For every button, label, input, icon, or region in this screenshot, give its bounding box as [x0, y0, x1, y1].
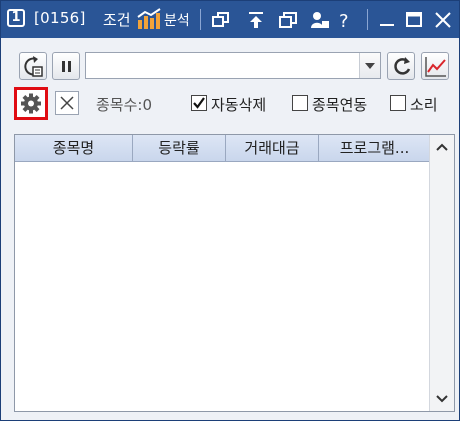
- maximize-icon[interactable]: [403, 9, 425, 31]
- title-bar: 1 [0156] 조건 분석 ?: [1, 1, 459, 38]
- column-header-stock-name[interactable]: 종목명: [15, 135, 133, 161]
- pause-button[interactable]: [52, 52, 80, 80]
- window-number-badge[interactable]: 1: [7, 9, 25, 27]
- auto-delete-label[interactable]: 자동삭제: [211, 94, 266, 115]
- x-icon: [60, 96, 74, 110]
- scroll-up-icon[interactable]: [430, 135, 454, 159]
- line-chart-icon: [425, 57, 446, 77]
- minimize-icon[interactable]: [376, 9, 398, 31]
- chart-button[interactable]: [421, 52, 449, 80]
- svg-text:?: ?: [339, 11, 349, 31]
- bar-chart-icon: [137, 8, 161, 29]
- help-icon[interactable]: ?: [335, 9, 357, 31]
- refresh-list-icon: [24, 56, 43, 77]
- condition-load-button[interactable]: [19, 52, 47, 80]
- column-header-change-rate[interactable]: 등락률: [133, 135, 226, 161]
- stock-count-label: 종목수:0: [96, 96, 152, 114]
- restore-layout-icon[interactable]: [277, 9, 299, 31]
- refresh-icon: [394, 57, 411, 75]
- chevron-down-icon[interactable]: [359, 53, 380, 78]
- gear-icon: [21, 93, 41, 114]
- always-on-top-icon[interactable]: [245, 9, 267, 31]
- pause-icon: [62, 61, 71, 72]
- title-separator: [367, 9, 368, 30]
- stock-link-checkbox[interactable]: [292, 95, 308, 111]
- grid-header: 종목명 등락률 거래대금 프로그램...: [15, 135, 430, 162]
- stock-link-label[interactable]: 종목연동: [312, 94, 367, 115]
- sound-label[interactable]: 소리: [410, 94, 438, 115]
- title-separator: [200, 9, 201, 30]
- auto-delete-checkbox[interactable]: [191, 95, 207, 111]
- column-header-program[interactable]: 프로그램...: [319, 135, 430, 161]
- refresh-button[interactable]: [387, 52, 415, 80]
- settings-button[interactable]: [14, 87, 48, 120]
- condition-select[interactable]: [85, 52, 381, 79]
- close-icon[interactable]: [432, 9, 454, 31]
- checkmark-icon: [193, 97, 205, 109]
- scroll-down-icon[interactable]: [430, 387, 454, 411]
- remove-button[interactable]: [55, 91, 79, 115]
- column-header-trade-value[interactable]: 거래대금: [226, 135, 319, 161]
- window-link-icon[interactable]: [210, 9, 232, 31]
- window-title: 조건: [103, 11, 131, 29]
- screen-code: [0156]: [34, 9, 86, 27]
- user-settings-icon[interactable]: [309, 9, 331, 31]
- condition-search-window: 1 [0156] 조건 분석 ? 종목수:0 자동삭제 종목연동 소리 종목명 …: [0, 0, 460, 421]
- sound-checkbox[interactable]: [390, 95, 406, 111]
- results-grid[interactable]: 종목명 등락률 거래대금 프로그램...: [14, 134, 455, 412]
- analysis-label: 분석: [164, 13, 190, 29]
- vertical-scrollbar[interactable]: [429, 135, 454, 411]
